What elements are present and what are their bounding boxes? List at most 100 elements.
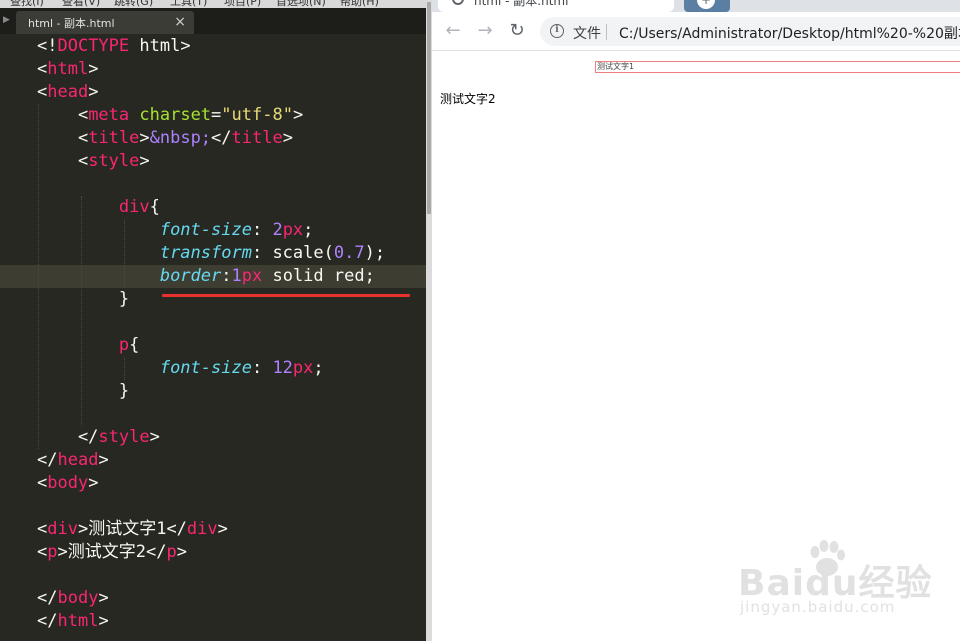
menu-item[interactable]: 查找(I) bbox=[10, 0, 44, 8]
code-text: <head> bbox=[37, 81, 98, 104]
code-line[interactable]: 15 font-size: 12px; bbox=[0, 357, 426, 380]
code-editor[interactable]: 查找(I) 查看(V) 跳转(G) 工具(T) 项目(P) 首选项(N) 帮助(H) ▶ h… bbox=[0, 0, 426, 641]
paragraph-text: 测试文字2 bbox=[440, 92, 496, 106]
editor-menubar: 查找(I) 查看(V) 跳转(G) 工具(T) 项目(P) 首选项(N) 帮助(H) bbox=[0, 0, 426, 8]
scaled-div-box: 测试文字1 bbox=[595, 61, 960, 73]
code-line[interactable]: 13 bbox=[0, 311, 426, 334]
code-line[interactable]: 2<html> bbox=[0, 58, 426, 81]
code-line[interactable]: 12 } bbox=[0, 288, 426, 311]
close-icon[interactable]: × bbox=[174, 13, 186, 31]
menu-item[interactable]: 工具(T) bbox=[170, 0, 207, 8]
code-text: <p>测试文字2</p> bbox=[37, 541, 187, 564]
code-token: font-size bbox=[159, 358, 252, 378]
editor-tabbar: ▶ html - 副本.html × bbox=[0, 8, 426, 34]
code-line[interactable]: 22<div>测试文字1</div> bbox=[0, 518, 426, 541]
editor-tab-active[interactable]: html - 副本.html × bbox=[16, 11, 194, 34]
code-token: meta bbox=[88, 105, 130, 125]
code-token: font-size bbox=[159, 220, 252, 240]
code-token: = bbox=[211, 105, 222, 125]
code-token: > bbox=[292, 105, 304, 125]
code-line[interactable]: 10 transform: scale(0.7); bbox=[0, 242, 426, 265]
code-text: font-size: 12px; bbox=[37, 357, 324, 380]
code-token: < bbox=[37, 473, 48, 493]
code-token: > bbox=[217, 519, 228, 539]
code-line[interactable]: 8 div{ bbox=[0, 196, 426, 219]
tab-scroll-arrow-icon[interactable]: ▶ bbox=[3, 13, 13, 27]
menu-item[interactable]: 首选项(N) bbox=[276, 0, 326, 8]
baidu-watermark: Baidu经验 jingyan.baidu.com bbox=[738, 540, 948, 630]
code-line[interactable]: 17 bbox=[0, 403, 426, 426]
url-text[interactable]: C:/Users/Administrator/Desktop/html%20-%… bbox=[619, 23, 960, 43]
code-text: <meta charset="utf-8"> bbox=[37, 104, 303, 127]
code-line[interactable]: 23<p>测试文字2</p> bbox=[0, 541, 426, 564]
menu-item[interactable]: 项目(P) bbox=[224, 0, 261, 8]
code-token: html bbox=[57, 611, 99, 631]
code-line[interactable]: 1<!DOCTYPE html> bbox=[0, 35, 426, 58]
code-token: > bbox=[98, 588, 109, 608]
indent-guide bbox=[38, 104, 39, 449]
code-token: p bbox=[118, 335, 130, 355]
scrollbar-thumb[interactable] bbox=[427, 2, 431, 214]
code-token: px bbox=[292, 358, 314, 378]
code-line[interactable]: 6 <style> bbox=[0, 150, 426, 173]
code-line[interactable]: 4 <meta charset="utf-8"> bbox=[0, 104, 426, 127]
code-token: > bbox=[139, 128, 150, 148]
code-text: } bbox=[37, 380, 129, 403]
code-line[interactable]: 11 border:1px solid red; bbox=[0, 265, 426, 288]
code-text: } bbox=[37, 288, 129, 311]
code-token: > bbox=[282, 128, 293, 148]
code-token: </ bbox=[37, 450, 58, 470]
code-token: ; bbox=[313, 358, 324, 378]
menu-item[interactable]: 帮助(H) bbox=[340, 0, 379, 8]
code-line[interactable]: 18 </style> bbox=[0, 426, 426, 449]
code-line[interactable]: 7 bbox=[0, 173, 426, 196]
code-line[interactable]: 19</head> bbox=[0, 449, 426, 472]
browser-tabstrip: html - 副本.html + bbox=[432, 0, 960, 12]
code-line[interactable]: 21 bbox=[0, 495, 426, 518]
forward-arrow-icon[interactable]: → bbox=[474, 20, 496, 42]
code-token: : bbox=[251, 358, 273, 378]
browser-tab-active[interactable]: html - 副本.html bbox=[438, 0, 674, 12]
code-text: div{ bbox=[37, 196, 160, 219]
code-token: > bbox=[88, 82, 99, 102]
code-line[interactable]: 14 p{ bbox=[0, 334, 426, 357]
code-line[interactable]: 5 <title>&nbsp;</title> bbox=[0, 127, 426, 150]
back-arrow-icon[interactable]: ← bbox=[442, 20, 464, 42]
code-token: : bbox=[251, 243, 273, 263]
omnibox-divider bbox=[606, 24, 607, 40]
address-bar[interactable]: i 文件 C:/Users/Administrator/Desktop/html… bbox=[540, 17, 960, 46]
code-line[interactable]: 25</body> bbox=[0, 587, 426, 610]
info-icon[interactable]: i bbox=[550, 24, 564, 38]
code-token: 12 bbox=[272, 358, 293, 378]
code-text: border:1px solid red; bbox=[37, 265, 375, 288]
code-line[interactable]: 9 font-size: 2px; bbox=[0, 219, 426, 242]
code-token: px bbox=[241, 266, 263, 286]
code-token: { bbox=[149, 197, 160, 217]
reload-icon[interactable]: ↻ bbox=[506, 20, 528, 42]
code-token: body bbox=[57, 588, 99, 608]
code-line[interactable]: 3<head> bbox=[0, 81, 426, 104]
globe-icon bbox=[452, 0, 464, 5]
code-line[interactable]: 26</html> bbox=[0, 610, 426, 633]
new-tab-button[interactable]: + bbox=[684, 0, 730, 12]
code-token: </ bbox=[211, 128, 232, 148]
code-token: : bbox=[251, 220, 273, 240]
code-token: head bbox=[47, 82, 89, 102]
code-line[interactable]: 16 } bbox=[0, 380, 426, 403]
menu-item[interactable]: 跳转(G) bbox=[114, 0, 153, 8]
code-token: DOCTYPE bbox=[57, 36, 130, 56]
code-token: transform bbox=[159, 243, 252, 263]
code-text: <body> bbox=[37, 472, 98, 495]
code-token: ; bbox=[303, 220, 314, 240]
code-token: < bbox=[37, 82, 48, 102]
code-token: &nbsp; bbox=[149, 128, 212, 148]
code-line[interactable]: 24 bbox=[0, 564, 426, 587]
code-area[interactable]: 1<!DOCTYPE html>2<html>3<head>4 <meta ch… bbox=[0, 35, 426, 641]
code-text: <div>测试文字1</div> bbox=[37, 518, 228, 541]
code-line[interactable]: 20<body> bbox=[0, 472, 426, 495]
menu-item[interactable]: 查看(V) bbox=[62, 0, 100, 8]
code-token: </ bbox=[37, 611, 58, 631]
